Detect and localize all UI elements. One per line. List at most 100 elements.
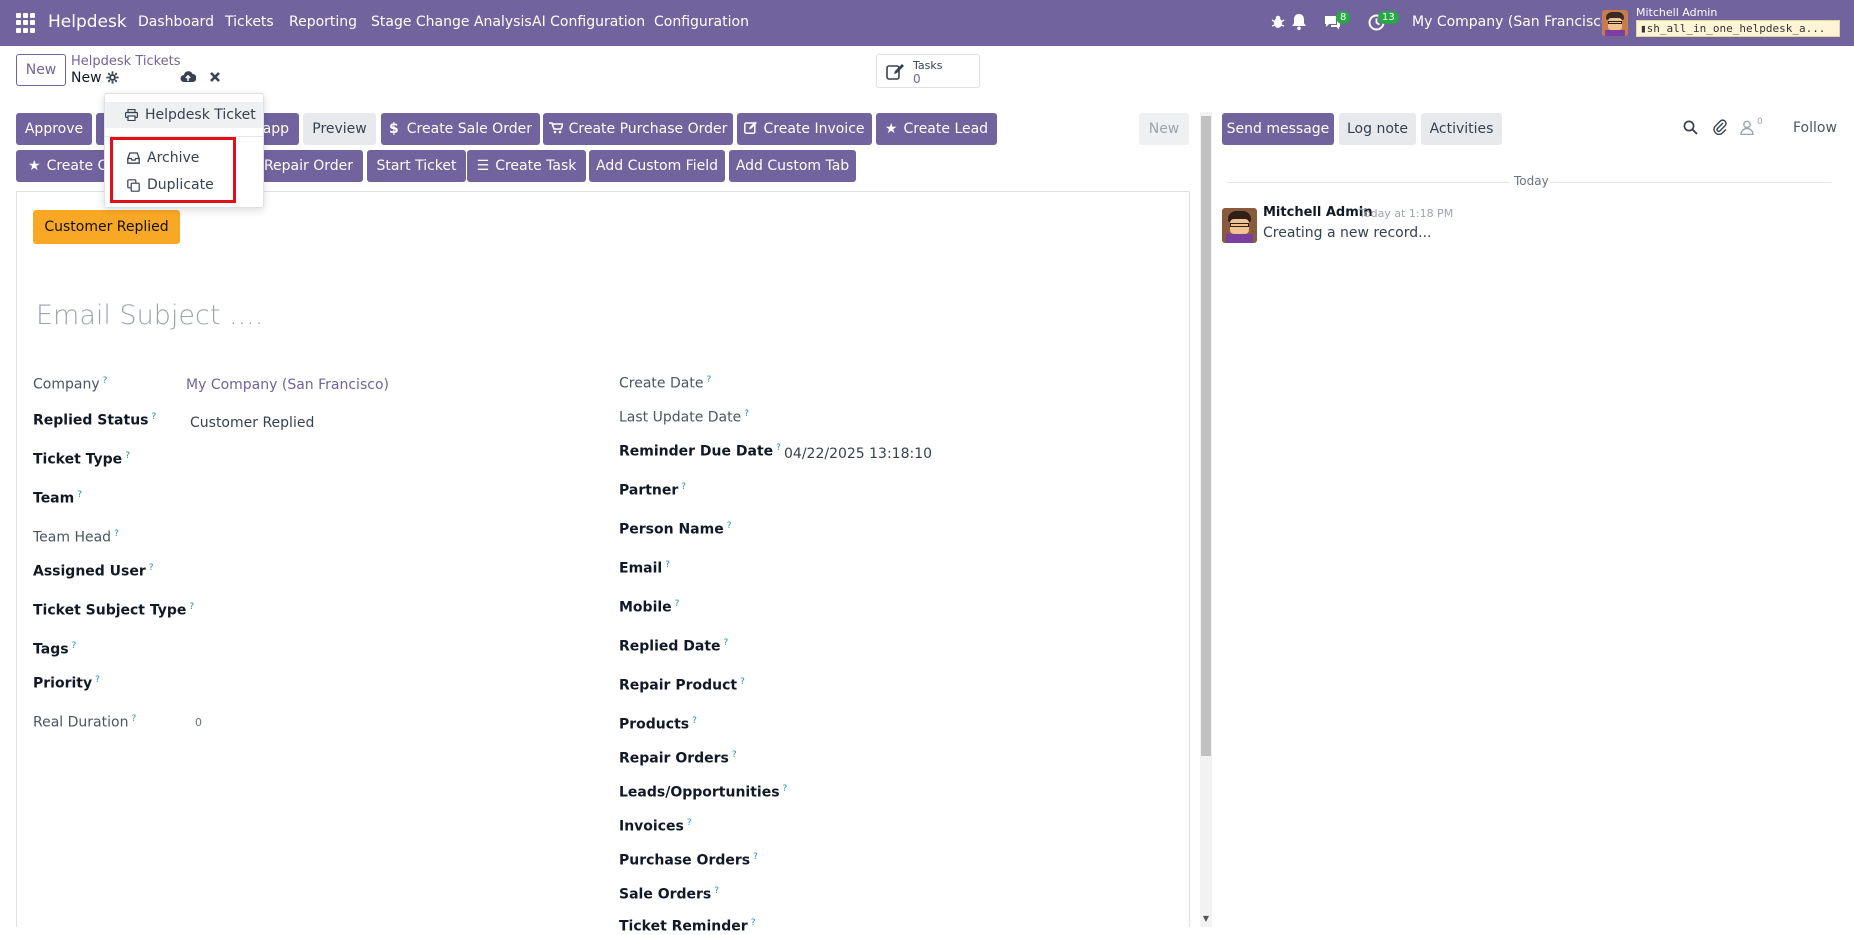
activities-button[interactable]: Activities [1421, 113, 1502, 145]
help-tooltip[interactable]: ? [125, 451, 130, 461]
help-tooltip[interactable]: ? [714, 886, 719, 896]
database-name-text: sh_all_in_one_helpdesk_a... [1646, 22, 1826, 35]
help-tooltip[interactable]: ? [783, 784, 788, 794]
ticket-subject-type-label-text: Ticket Subject Type [33, 602, 187, 619]
stage-new[interactable]: New [1139, 113, 1189, 145]
log-note-button[interactable]: Log note [1339, 113, 1416, 145]
help-tooltip[interactable]: ? [189, 602, 194, 612]
form-scrollbar[interactable] [1200, 112, 1212, 927]
breadcrumb-helpdesk-tickets[interactable]: Helpdesk Tickets [71, 54, 181, 69]
invoices-label-text: Invoices [619, 818, 684, 835]
activities-badge: 13 [1378, 11, 1399, 24]
company-value[interactable]: My Company (San Francisco) [186, 377, 389, 393]
ticket-type-label-text: Ticket Type [33, 451, 123, 468]
date-separator: Today [1514, 174, 1549, 188]
help-tooltip[interactable]: ? [152, 412, 157, 422]
tasks-smart-button[interactable]: Tasks 0 [876, 54, 980, 88]
edit-icon [744, 121, 758, 134]
followers-user-icon[interactable] [1740, 120, 1754, 135]
help-tooltip[interactable]: ? [753, 852, 758, 862]
list-icon: ☰ [476, 158, 490, 174]
follow-button[interactable]: Follow [1793, 120, 1837, 136]
message-author[interactable]: Mitchell Admin [1263, 205, 1372, 220]
help-tooltip[interactable]: ? [692, 716, 697, 726]
messages-badge: 8 [1336, 11, 1351, 24]
send-message-button[interactable]: Send message [1222, 113, 1334, 145]
invoices-label: Invoices? [619, 818, 692, 835]
new-button[interactable]: New [16, 54, 66, 86]
create-c-label: Create C [46, 158, 108, 174]
bell-icon[interactable] [1291, 13, 1307, 31]
real-duration-label-text: Real Duration [33, 714, 129, 731]
create-purchase-order-label: Create Purchase Order [568, 121, 728, 137]
add-custom-field-button[interactable]: Add Custom Field [589, 150, 725, 182]
menu-ai-configuration[interactable]: AI Configuration [532, 14, 645, 30]
help-tooltip[interactable]: ? [706, 375, 711, 385]
menu-reporting[interactable]: Reporting [289, 14, 357, 30]
mobile-label: Mobile? [619, 599, 679, 616]
customer-replied-badge: Customer Replied [33, 210, 180, 244]
create-lead-button[interactable]: ★ Create Lead [876, 113, 997, 145]
help-tooltip[interactable]: ? [149, 563, 154, 573]
start-ticket-button[interactable]: Start Ticket [367, 150, 466, 182]
star-icon: ★ [884, 121, 898, 137]
help-tooltip[interactable]: ? [103, 376, 108, 386]
menu-configuration[interactable]: Configuration [654, 14, 749, 30]
create-purchase-order-button[interactable]: Create Purchase Order [543, 113, 733, 145]
help-tooltip[interactable]: ? [665, 560, 670, 570]
reminder-due-date-value[interactable]: 04/22/2025 13:18:10 [784, 446, 932, 462]
paperclip-icon[interactable] [1713, 119, 1727, 135]
search-icon[interactable] [1683, 120, 1698, 135]
help-tooltip[interactable]: ? [732, 750, 737, 760]
help-tooltip[interactable]: ? [776, 443, 781, 453]
user-name[interactable]: Mitchell Admin [1636, 6, 1717, 19]
real-duration-label: Real Duration? [33, 714, 136, 731]
scroll-down-arrow-icon[interactable]: ▼ [1200, 914, 1212, 926]
database-name: ▮sh_all_in_one_helpdesk_a... [1636, 20, 1840, 37]
help-tooltip[interactable]: ? [744, 409, 749, 419]
preview-button[interactable]: Preview [303, 113, 376, 145]
menu-stage-change-analysis[interactable]: Stage Change Analysis [371, 14, 532, 30]
help-tooltip[interactable]: ? [687, 818, 692, 828]
help-tooltip[interactable]: ? [724, 638, 729, 648]
app-menu-icon[interactable] [16, 13, 36, 33]
menu-dashboard[interactable]: Dashboard [138, 14, 214, 30]
create-task-button[interactable]: ☰ Create Task [467, 150, 586, 182]
help-tooltip[interactable]: ? [675, 599, 680, 609]
date-divider-left [1227, 182, 1510, 183]
help-tooltip[interactable]: ? [740, 677, 745, 687]
scrollbar-thumb[interactable] [1201, 116, 1211, 756]
save-cloud-icon[interactable] [180, 70, 196, 83]
message-author-avatar[interactable] [1222, 208, 1257, 243]
reminder-due-date-label: Reminder Due Date? [619, 443, 781, 460]
create-invoice-label: Create Invoice [763, 121, 865, 137]
menu-tickets[interactable]: Tickets [225, 14, 274, 30]
email-label-text: Email [619, 560, 663, 577]
gear-icon[interactable] [106, 71, 119, 84]
star-icon: ★ [28, 158, 41, 174]
tasks-count: 0 [913, 72, 921, 86]
help-tooltip[interactable]: ? [72, 641, 77, 651]
app-brand[interactable]: Helpdesk [48, 12, 127, 32]
create-invoice-button[interactable]: Create Invoice [737, 113, 872, 145]
help-tooltip[interactable]: ? [131, 714, 136, 724]
add-custom-tab-button[interactable]: Add Custom Tab [729, 150, 856, 182]
help-tooltip[interactable]: ? [727, 521, 732, 531]
help-tooltip[interactable]: ? [77, 490, 82, 500]
create-sale-order-button[interactable]: $ Create Sale Order [381, 113, 540, 145]
help-tooltip[interactable]: ? [114, 529, 119, 539]
user-avatar[interactable] [1602, 10, 1628, 36]
help-tooltip[interactable]: ? [681, 482, 686, 492]
company-switcher[interactable]: My Company (San Francisco) [1412, 14, 1615, 30]
discard-close-icon[interactable] [209, 71, 221, 83]
approve-button[interactable]: Approve [16, 113, 92, 145]
email-subject-input[interactable]: Email Subject .... [36, 300, 263, 331]
replied-status-value[interactable]: Customer Replied [190, 415, 314, 431]
top-navbar: Helpdesk Dashboard Tickets Reporting Sta… [0, 0, 1854, 46]
print-helpdesk-ticket-item[interactable]: Helpdesk Ticket [105, 102, 263, 128]
debug-bug-icon[interactable] [1270, 14, 1286, 30]
help-tooltip[interactable]: ? [95, 675, 100, 685]
replied-status-label-text: Replied Status [33, 412, 149, 429]
followers-count: 0 [1757, 117, 1763, 127]
last-update-date-label-text: Last Update Date [619, 409, 742, 426]
